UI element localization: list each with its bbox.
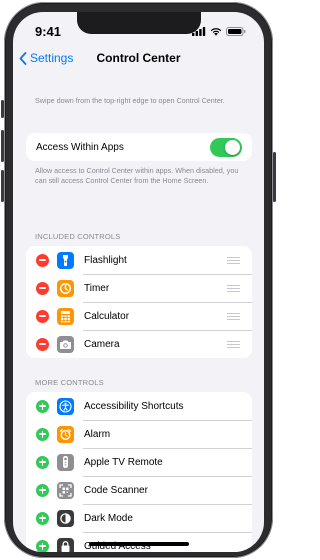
page-title: Control Center: [96, 51, 181, 65]
remote-icon: [57, 453, 74, 471]
control-label: Apple TV Remote: [84, 456, 163, 468]
screen: 9:41 Settings Control Center Swipe down …: [13, 12, 264, 552]
add-control-button[interactable]: [36, 539, 49, 552]
toggle-knob: [225, 139, 240, 155]
reorder-handle-icon[interactable]: [227, 340, 240, 348]
alarm-icon: [57, 425, 74, 443]
guided-access-icon: [57, 537, 74, 552]
qr-scanner-icon: [57, 481, 74, 499]
access-within-apps-footer: Allow access to Control Center within ap…: [35, 166, 239, 185]
add-control-button[interactable]: [36, 511, 49, 525]
add-control-button[interactable]: [36, 455, 49, 469]
calculator-icon: [57, 307, 74, 325]
control-label: Dark Mode: [84, 512, 133, 524]
list-item: Code Scanner: [26, 476, 252, 504]
remove-control-button[interactable]: [36, 309, 49, 323]
flashlight-icon: [57, 251, 74, 269]
remove-control-button[interactable]: [36, 337, 49, 351]
accessibility-icon: [57, 397, 74, 415]
access-within-apps-row: Access Within Apps: [26, 133, 252, 161]
reorder-handle-icon[interactable]: [227, 256, 240, 264]
control-label: Flashlight: [84, 254, 127, 266]
reorder-handle-icon[interactable]: [227, 312, 240, 320]
battery-icon: [226, 26, 246, 36]
list-item: Flashlight: [26, 246, 252, 274]
wifi-icon: [210, 27, 222, 36]
reorder-handle-icon[interactable]: [227, 284, 240, 292]
more-controls-header: MORE CONTROLS: [35, 378, 104, 387]
list-item: Timer: [26, 274, 252, 302]
timer-icon: [57, 279, 74, 297]
power-button: [273, 152, 276, 202]
list-item: Camera: [26, 330, 252, 358]
add-control-button[interactable]: [36, 483, 49, 497]
side-button: [1, 100, 4, 118]
control-label: Calculator: [84, 310, 130, 322]
status-icons: [192, 26, 246, 36]
control-label: Timer: [84, 282, 110, 294]
access-within-apps-toggle[interactable]: [210, 137, 242, 157]
list-item: Accessibility Shortcuts: [26, 392, 252, 420]
intro-text: Swipe down from the top-right edge to op…: [35, 96, 225, 105]
navigation-bar: Settings Control Center: [13, 48, 264, 74]
more-controls-group: Accessibility Shortcuts Alarm Apple TV R…: [26, 392, 252, 552]
volume-down-button: [1, 170, 4, 202]
list-item: Apple TV Remote: [26, 448, 252, 476]
access-within-apps-label: Access Within Apps: [36, 141, 124, 153]
list-item: Calculator: [26, 302, 252, 330]
included-controls-header: INCLUDED CONTROLS: [35, 232, 121, 241]
cellular-signal-icon: [192, 26, 206, 36]
control-label: Accessibility Shortcuts: [84, 400, 184, 412]
included-controls-group: Flashlight Timer Calculator Camera: [26, 246, 252, 358]
control-label: Code Scanner: [84, 484, 148, 496]
status-time: 9:41: [35, 23, 62, 39]
volume-up-button: [1, 130, 4, 162]
add-control-button[interactable]: [36, 399, 49, 413]
add-control-button[interactable]: [36, 427, 49, 441]
remove-control-button[interactable]: [36, 281, 49, 295]
control-label: Camera: [84, 338, 120, 350]
home-indicator[interactable]: [89, 542, 189, 546]
access-within-apps-group: Access Within Apps: [26, 133, 252, 161]
list-item: Dark Mode: [26, 504, 252, 532]
status-bar: 9:41: [13, 12, 264, 46]
control-label: Alarm: [84, 428, 111, 440]
list-item: Alarm: [26, 420, 252, 448]
remove-control-button[interactable]: [36, 253, 49, 267]
camera-icon: [57, 335, 74, 353]
dark-mode-icon: [57, 509, 74, 527]
